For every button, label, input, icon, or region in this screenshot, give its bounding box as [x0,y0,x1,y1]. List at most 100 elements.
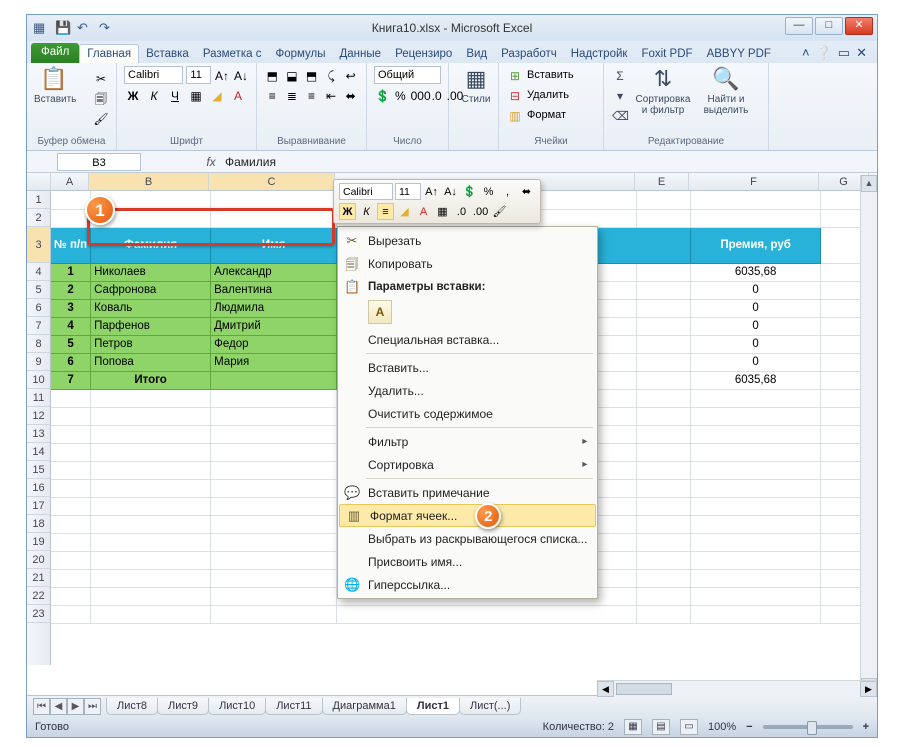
mini-fill-color[interactable]: ◢ [396,203,413,220]
row-header[interactable]: 5 [27,281,50,299]
bold-button[interactable]: Ж [124,86,142,104]
view-normal-icon[interactable]: ▦ [624,719,642,735]
row-header[interactable]: 7 [27,317,50,335]
row-header[interactable]: 3 [27,227,50,263]
mini-dec00[interactable]: .00 [472,203,489,220]
insert-cell-label[interactable]: Вставить [527,69,574,81]
cell[interactable] [637,533,691,551]
clear-icon[interactable]: ⌫ [611,106,629,124]
cell[interactable]: Попова [91,353,211,371]
ctx-pick-from-list[interactable]: Выбрать из раскрывающегося списка... [338,527,597,550]
cell[interactable] [637,335,691,353]
cell[interactable] [211,371,337,389]
cell[interactable] [691,389,821,407]
cell[interactable] [211,605,337,623]
zoom-in-button[interactable]: + [863,721,869,733]
font-name-combo[interactable]: Calibri [124,66,183,84]
cell[interactable] [91,515,211,533]
cell[interactable]: 5 [51,335,91,353]
sheet-tab[interactable]: Лист11 [265,698,322,715]
save-icon[interactable]: 💾 [55,20,71,36]
sheet-nav-first[interactable]: ⏮ [33,698,50,715]
cell[interactable] [91,407,211,425]
column-header[interactable]: E [635,173,689,190]
cell[interactable] [51,605,91,623]
sheet-nav-prev[interactable]: ◀ [50,698,67,715]
ctx-hyperlink[interactable]: 🌐Гиперссылка... [338,573,597,596]
grow-font-icon[interactable]: A↑ [214,66,230,84]
row-header[interactable]: 15 [27,461,50,479]
cell[interactable] [691,569,821,587]
number-format-combo[interactable]: Общий [374,66,441,84]
cell[interactable] [637,497,691,515]
align-right-icon[interactable]: ≡ [303,86,320,104]
zoom-slider[interactable] [763,725,853,729]
cell[interactable] [211,479,337,497]
cell[interactable]: 0 [691,281,821,299]
mini-dec0[interactable]: .0 [453,203,470,220]
row-header[interactable]: 22 [27,587,50,605]
mini-comma-icon[interactable]: , [499,183,516,200]
row-header[interactable]: 21 [27,569,50,587]
cell[interactable] [91,461,211,479]
cell[interactable] [337,605,637,623]
find-select-button[interactable]: 🔍Найти и выделить [697,66,755,118]
scroll-up-arrow[interactable]: ▲ [861,175,877,192]
file-tab[interactable]: Файл [31,43,79,63]
cell[interactable]: Федор [211,335,337,353]
cell[interactable]: Людмила [211,299,337,317]
maximize-button[interactable]: □ [815,17,843,35]
fill-icon[interactable]: ▾ [611,86,629,104]
cell[interactable] [211,461,337,479]
cell[interactable] [211,425,337,443]
cell[interactable] [637,371,691,389]
worksheet-grid[interactable]: ABCEFG 123456789101112131415161718192021… [27,173,877,665]
tab-addins[interactable]: Надстройк [564,45,635,63]
align-bottom-icon[interactable]: ⬒ [303,66,320,84]
cell[interactable] [691,551,821,569]
comma-icon[interactable]: 000 [410,86,428,104]
cell[interactable] [691,407,821,425]
row-header[interactable]: 9 [27,353,50,371]
cell[interactable] [691,209,821,227]
restore-workbook-icon[interactable]: ▭ [838,45,850,61]
ctx-delete[interactable]: Удалить... [338,379,597,402]
font-size-combo[interactable]: 11 [186,66,211,84]
cell[interactable] [637,551,691,569]
cell[interactable]: 3 [51,299,91,317]
cell[interactable] [211,443,337,461]
cell[interactable]: Александр [211,263,337,281]
mini-italic[interactable]: К [358,203,375,220]
cell[interactable] [637,461,691,479]
cell[interactable] [637,425,691,443]
cell[interactable] [211,569,337,587]
cell[interactable] [637,569,691,587]
row-header[interactable]: 23 [27,605,50,623]
scroll-left-arrow[interactable]: ◀ [597,681,614,697]
ctx-copy[interactable]: 🗐Копировать [338,252,597,275]
column-header[interactable]: F [689,173,819,190]
mini-shrink-icon[interactable]: A↓ [442,183,459,200]
cell[interactable] [91,569,211,587]
cell[interactable] [211,407,337,425]
format-cell-icon[interactable]: ▥ [506,106,524,124]
tab-foxit[interactable]: Foxit PDF [634,45,699,63]
cell[interactable]: 1 [51,263,91,281]
cell[interactable] [211,515,337,533]
cell[interactable] [51,425,91,443]
cell[interactable]: 0 [691,335,821,353]
cell[interactable] [91,425,211,443]
align-left-icon[interactable]: ≡ [264,86,281,104]
cell[interactable] [637,605,691,623]
cell[interactable] [637,281,691,299]
fill-color-button[interactable]: ◢ [208,86,226,104]
ctx-paste-special[interactable]: Специальная вставка... [338,328,597,351]
sheet-tab[interactable]: Лист(...) [459,698,521,715]
view-pagelayout-icon[interactable]: ▤ [652,719,670,735]
cell[interactable] [51,407,91,425]
row-header[interactable]: 11 [27,389,50,407]
cell[interactable] [211,389,337,407]
cell[interactable] [637,443,691,461]
fx-icon[interactable]: fx [201,155,221,169]
row-header[interactable]: 1 [27,191,50,209]
